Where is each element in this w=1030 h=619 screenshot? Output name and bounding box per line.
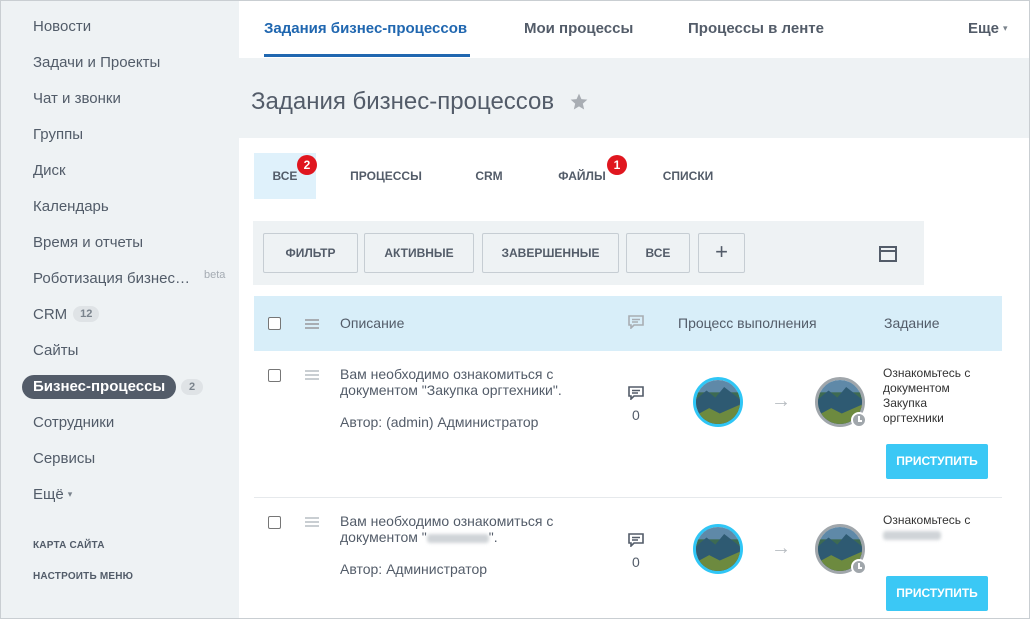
drag-handle-icon[interactable] xyxy=(305,517,319,527)
description-line: документом " ". xyxy=(340,529,590,545)
business-processes-counter: 2 xyxy=(181,379,204,395)
task-line: оргтехники xyxy=(883,411,944,425)
site-map-link[interactable]: КАРТА САЙТА xyxy=(33,540,105,551)
page-title: Задания бизнес-процессов xyxy=(251,88,555,115)
active-filter-button[interactable]: АКТИВНЫЕ xyxy=(364,233,474,273)
table-header: Описание Процесс выполнения Задание xyxy=(254,296,1002,351)
tab-crm[interactable]: CRM xyxy=(465,153,513,199)
description-line: Вам необходимо ознакомиться с xyxy=(340,366,554,382)
redacted-text xyxy=(426,533,489,543)
comment-icon[interactable] xyxy=(628,386,644,400)
star-icon[interactable] xyxy=(569,92,589,112)
column-task[interactable]: Задание xyxy=(884,315,940,331)
clock-icon xyxy=(851,559,867,575)
tab-processes-in-feed[interactable]: Процессы в ленте xyxy=(688,20,824,37)
tab-lists[interactable]: СПИСКИ xyxy=(655,153,721,199)
sidebar-item-business-processes[interactable]: Бизнес-процессы xyxy=(22,375,177,399)
crm-counter: 12 xyxy=(73,306,100,322)
tab-files[interactable]: ФАЙЛЫ xyxy=(552,153,612,199)
description-line: документом "Закупка оргтехники". xyxy=(340,382,562,398)
column-description[interactable]: Описание xyxy=(340,315,404,331)
tab-all-badge: 2 xyxy=(297,155,317,175)
add-filter-button[interactable]: + xyxy=(698,233,745,273)
table-row: Вам необходимо ознакомиться с документом… xyxy=(254,351,1002,497)
redacted-text xyxy=(883,531,941,541)
sidebar-item-label: CRM xyxy=(33,306,68,323)
chevron-down-icon: ▾ xyxy=(1003,23,1008,33)
arrow-right-icon: → xyxy=(771,390,791,412)
comment-icon[interactable] xyxy=(628,533,644,547)
row-checkbox[interactable] xyxy=(268,369,281,382)
tab-my-processes[interactable]: Мои процессы xyxy=(524,20,633,37)
start-task-button[interactable]: ПРИСТУПИТЬ xyxy=(886,444,988,479)
sidebar-item-tasks[interactable]: Задачи и Проекты xyxy=(33,54,160,71)
description-suffix: ". xyxy=(488,529,498,545)
sidebar-item-chat[interactable]: Чат и звонки xyxy=(33,90,121,107)
task-title: Ознакомьтесь с xyxy=(883,513,993,543)
filter-bar: ФИЛЬТР АКТИВНЫЕ ЗАВЕРШЕННЫЕ ВСЕ + xyxy=(253,221,924,285)
beta-badge: beta xyxy=(204,269,226,281)
comment-count: 0 xyxy=(632,554,640,570)
avatar[interactable] xyxy=(693,377,743,427)
task-line xyxy=(883,528,993,543)
task-author: Автор: Администратор xyxy=(340,561,488,577)
table-row: Вам необходимо ознакомиться с документом… xyxy=(254,498,1002,618)
sidebar-item-services[interactable]: Сервисы xyxy=(33,450,95,467)
row-checkbox[interactable] xyxy=(268,516,281,529)
sidebar-item-crm[interactable]: CRM 12 xyxy=(33,306,100,323)
active-tab-underline xyxy=(264,54,470,57)
main-content: ВСЕ 2 ПРОЦЕССЫ CRM ФАЙЛЫ 1 СПИСКИ ФИЛЬТР… xyxy=(239,138,1029,618)
task-line: документом xyxy=(883,381,950,395)
task-line: Закупка xyxy=(883,396,927,410)
sidebar-item-time-reports[interactable]: Время и отчеты xyxy=(33,234,143,251)
arrow-right-icon: → xyxy=(771,537,791,559)
task-author: Автор: (admin) Администратор xyxy=(340,414,539,430)
top-navigation: Задания бизнес-процессов Мои процессы Пр… xyxy=(239,1,1029,58)
description-line: Вам необходимо ознакомиться с xyxy=(340,513,554,529)
start-task-button[interactable]: ПРИСТУПИТЬ xyxy=(886,576,988,611)
tab-business-process-tasks[interactable]: Задания бизнес-процессов xyxy=(264,20,467,37)
avatar[interactable] xyxy=(693,524,743,574)
filter-button[interactable]: ФИЛЬТР xyxy=(263,233,358,273)
sidebar-item-label: Ещё xyxy=(33,486,64,503)
more-menu-button[interactable]: Еще ▾ xyxy=(968,20,1008,37)
app-window: Новости Задачи и Проекты Чат и звонки Гр… xyxy=(0,0,1030,619)
task-description: Вам необходимо ознакомиться с документом… xyxy=(340,513,590,545)
select-all-checkbox[interactable] xyxy=(268,317,281,330)
tab-processes[interactable]: ПРОЦЕССЫ xyxy=(346,153,426,199)
task-title: Ознакомьтесь с документом Закупка оргтех… xyxy=(883,366,993,426)
more-label: Еще xyxy=(968,20,1000,37)
sidebar-item-news[interactable]: Новости xyxy=(33,18,91,35)
configure-menu-link[interactable]: НАСТРОИТЬ МЕНЮ xyxy=(33,571,133,582)
sidebar-item-calendar[interactable]: Календарь xyxy=(33,198,109,215)
clock-icon xyxy=(851,412,867,428)
sidebar-item-disk[interactable]: Диск xyxy=(33,162,66,179)
task-line: Ознакомьтесь с xyxy=(883,366,971,380)
comment-icon xyxy=(628,315,644,329)
sidebar-item-employees[interactable]: Сотрудники xyxy=(33,414,114,431)
window-icon[interactable] xyxy=(879,246,897,262)
tab-files-badge: 1 xyxy=(607,155,627,175)
drag-handle-icon[interactable] xyxy=(305,319,319,329)
sidebar-item-sites[interactable]: Сайты xyxy=(33,342,78,359)
description-prefix: документом " xyxy=(340,529,427,545)
chevron-down-icon: ▾ xyxy=(67,489,73,499)
drag-handle-icon[interactable] xyxy=(305,370,319,380)
task-line: Ознакомьтесь с xyxy=(883,513,971,527)
sidebar-item-groups[interactable]: Группы xyxy=(33,126,83,143)
left-sidebar: Новости Задачи и Проекты Чат и звонки Гр… xyxy=(1,1,239,618)
sidebar-item-robotization[interactable]: Роботизация бизнес… xyxy=(33,270,190,287)
task-description: Вам необходимо ознакомиться с документом… xyxy=(340,366,590,398)
page-header: Задания бизнес-процессов xyxy=(239,58,1029,138)
comment-count: 0 xyxy=(632,407,640,423)
completed-filter-button[interactable]: ЗАВЕРШЕННЫЕ xyxy=(482,233,619,273)
all-filter-button[interactable]: ВСЕ xyxy=(626,233,690,273)
sidebar-item-more[interactable]: Ещё ▾ xyxy=(33,486,72,503)
column-progress[interactable]: Процесс выполнения xyxy=(678,315,817,331)
